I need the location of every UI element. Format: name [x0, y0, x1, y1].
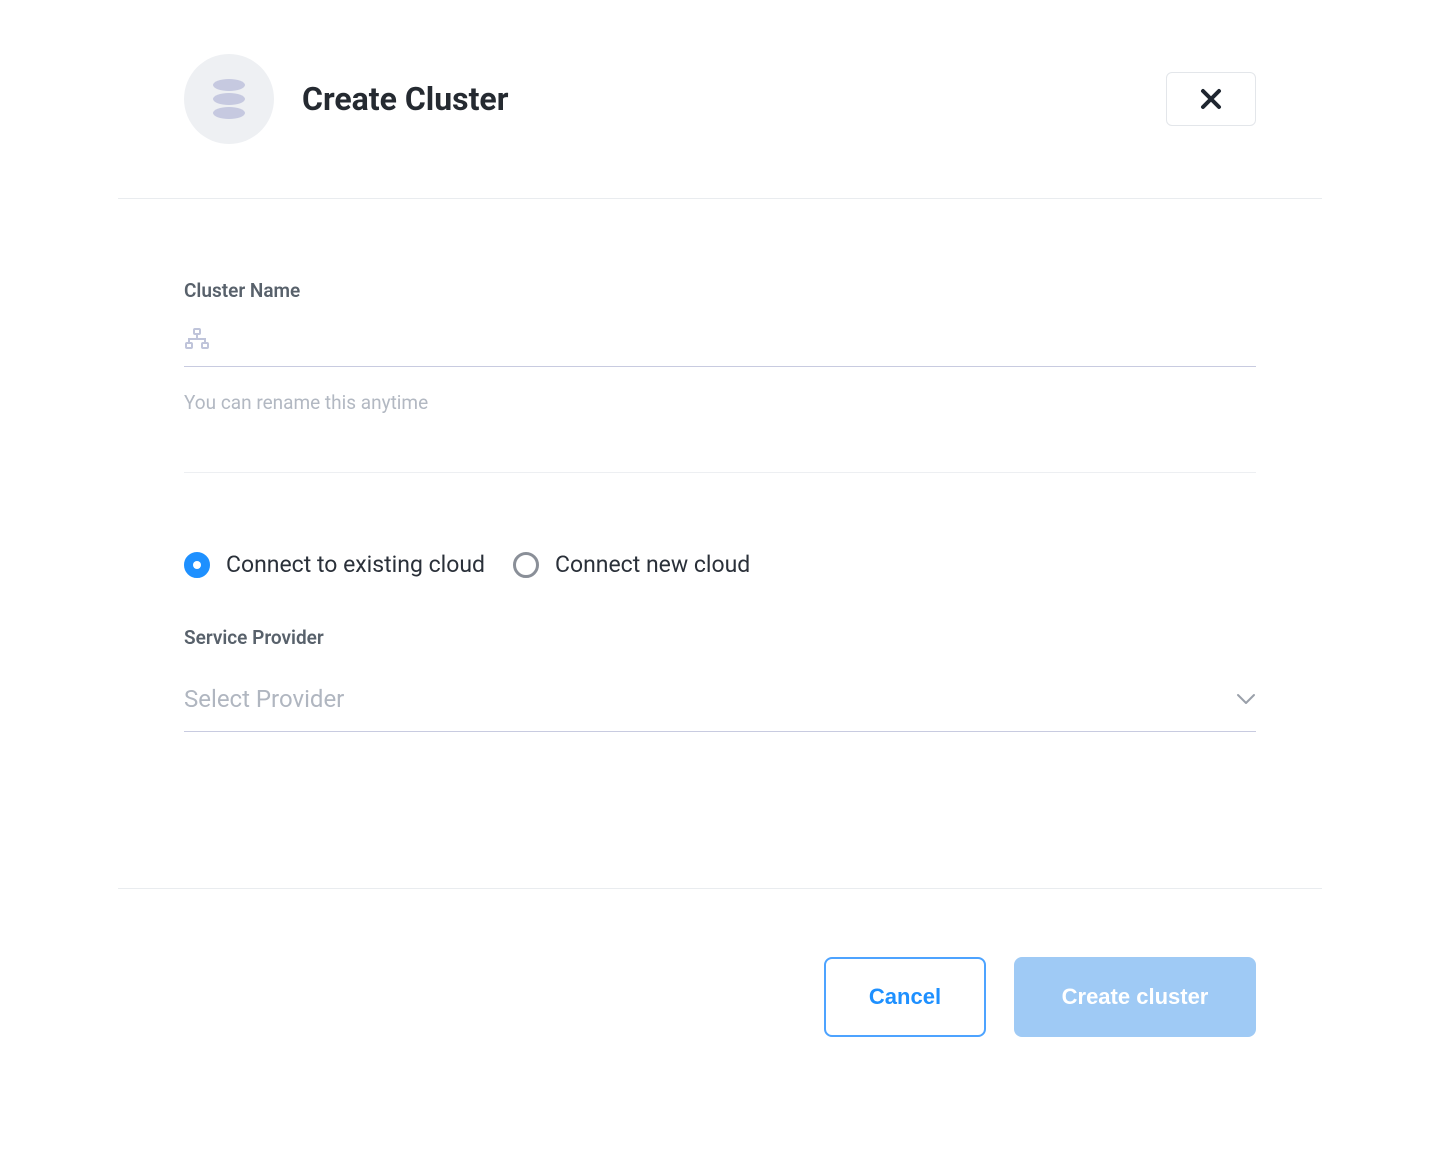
radio-label: Connect new cloud	[555, 551, 750, 578]
chevron-down-icon	[1236, 693, 1256, 705]
create-cluster-button[interactable]: Create cluster	[1014, 957, 1256, 1037]
dialog-header: Create Cluster	[118, 0, 1322, 199]
radio-selected-icon	[184, 552, 210, 578]
select-placeholder: Select Provider	[184, 685, 344, 713]
dialog-footer: Cancel Create cluster	[118, 888, 1322, 1037]
dialog-title: Create Cluster	[302, 80, 508, 118]
radio-label: Connect to existing cloud	[226, 551, 485, 578]
cluster-icon-circle	[184, 54, 274, 144]
cluster-name-field: Cluster Name You can rename this anytime	[184, 279, 1256, 414]
cancel-button[interactable]: Cancel	[824, 957, 986, 1037]
section-divider	[184, 472, 1256, 473]
cluster-name-input[interactable]	[224, 326, 1256, 352]
service-provider-field: Service Provider Select Provider	[184, 626, 1256, 732]
close-button[interactable]	[1166, 72, 1256, 126]
cloud-connection-radio-group: Connect to existing cloud Connect new cl…	[184, 551, 1256, 578]
header-left: Create Cluster	[184, 54, 508, 144]
dialog-body: Cluster Name You can rename this anytime…	[118, 199, 1322, 772]
service-provider-select[interactable]: Select Provider	[184, 669, 1256, 732]
cluster-name-helper: You can rename this anytime	[184, 391, 1256, 414]
radio-existing-cloud[interactable]: Connect to existing cloud	[184, 551, 485, 578]
service-provider-label: Service Provider	[184, 626, 1256, 649]
network-icon	[184, 328, 210, 350]
close-icon	[1199, 87, 1223, 111]
cluster-name-input-row	[184, 322, 1256, 367]
create-cluster-dialog: Create Cluster Cluster Name You can rena…	[118, 0, 1322, 1037]
radio-new-cloud[interactable]: Connect new cloud	[513, 551, 750, 578]
cluster-name-label: Cluster Name	[184, 279, 1256, 302]
database-icon	[209, 77, 249, 121]
radio-unselected-icon	[513, 552, 539, 578]
